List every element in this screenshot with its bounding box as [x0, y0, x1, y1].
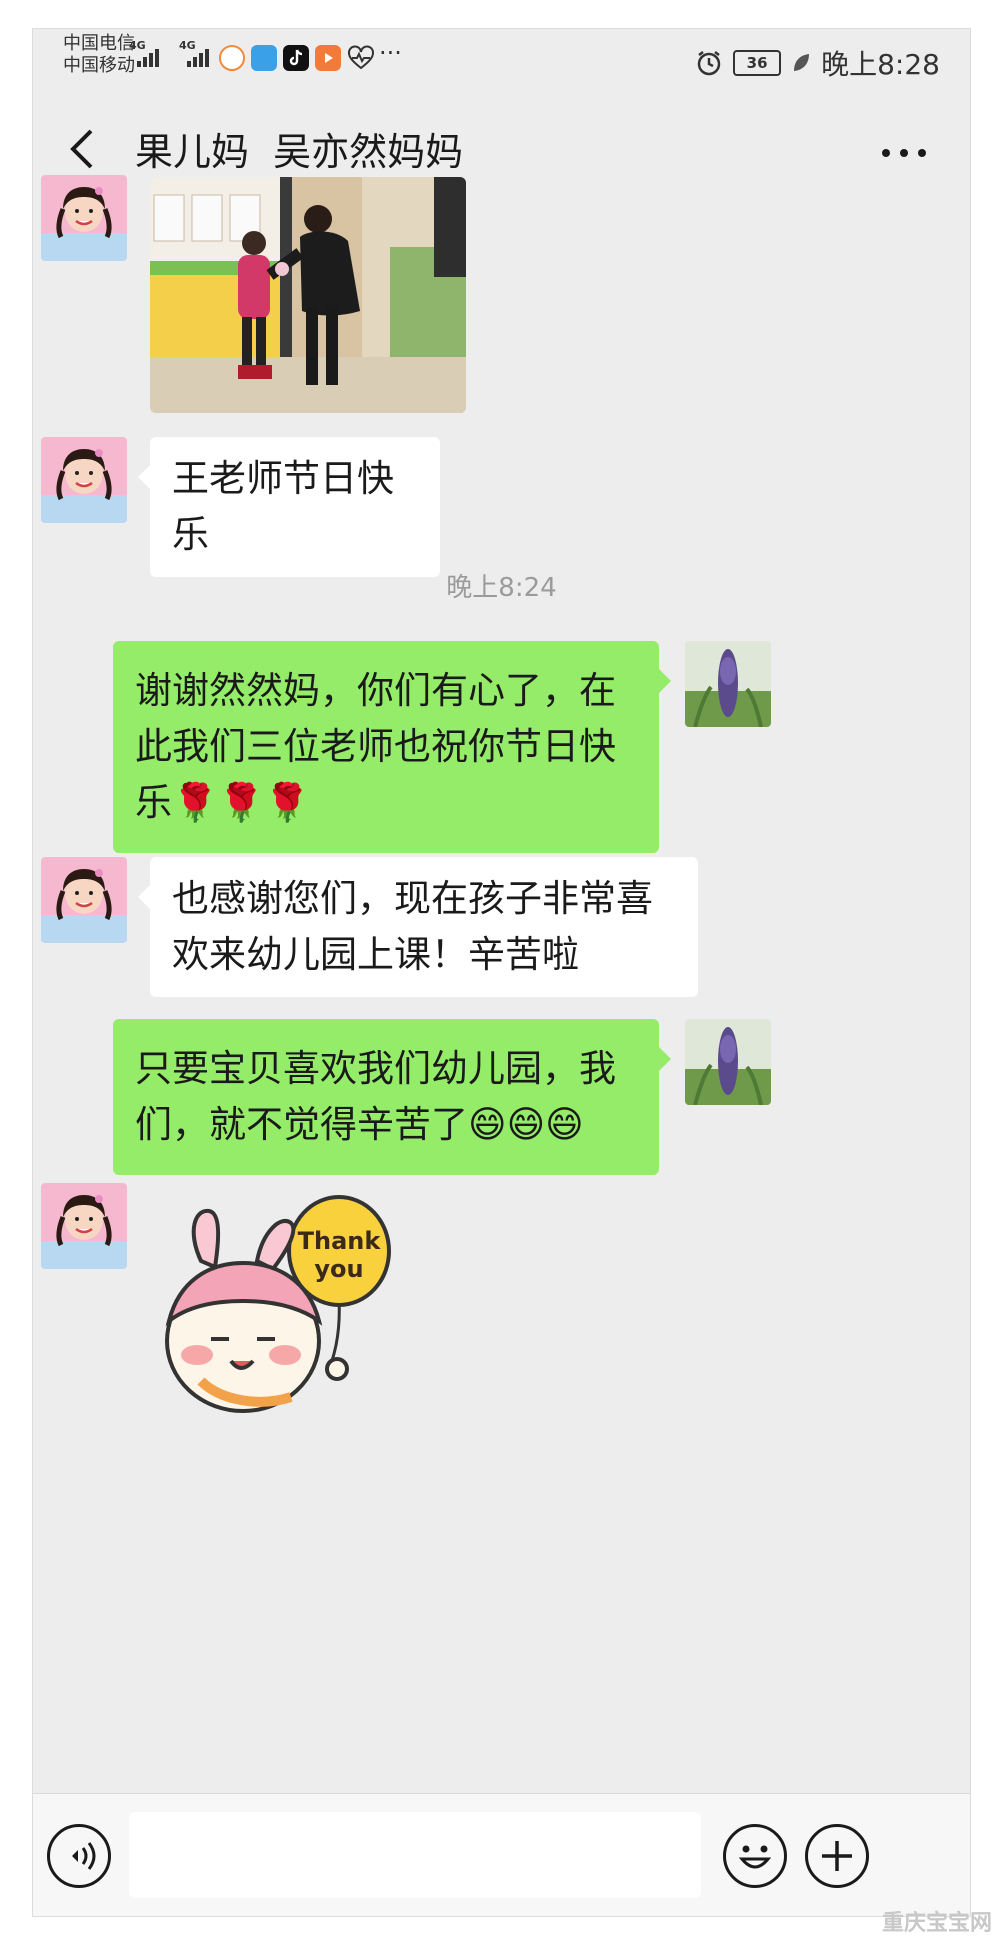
avatar-self[interactable] — [685, 641, 771, 727]
message-input[interactable] — [129, 1812, 701, 1898]
more-options-button[interactable] — [874, 129, 934, 169]
plus-icon — [822, 1841, 852, 1871]
thank-you-sticker[interactable]: Thank you — [161, 1191, 411, 1451]
message-bubble-incoming[interactable]: 王老师节日快乐 — [138, 437, 440, 577]
voice-button[interactable] — [47, 1824, 111, 1888]
shared-photo[interactable] — [150, 177, 466, 413]
emoji-button[interactable] — [723, 1824, 787, 1888]
more-dots-icon — [882, 149, 926, 157]
voice-icon — [72, 1842, 96, 1870]
message-bubble-outgoing[interactable]: 谢谢然然妈，你们有心了，在此我们三位老师也祝你节日快乐🌹🌹🌹 — [113, 641, 671, 853]
video-app-icon — [315, 45, 341, 71]
bunny-balloon-sticker-image: Thank you — [165, 1195, 391, 1413]
girl-avatar-image — [41, 857, 127, 943]
status-right: 36 晚上8:28 — [695, 43, 940, 83]
alarm-icon — [697, 51, 721, 76]
app-notification-icon — [219, 45, 245, 71]
more-features-button[interactable] — [805, 1824, 869, 1888]
chat-title: 果儿妈 吴亦然妈妈 — [135, 130, 464, 174]
avatar-other[interactable] — [41, 857, 127, 943]
site-watermark: 重庆宝宝网 — [881, 1911, 992, 1936]
avatar-other[interactable] — [41, 1183, 127, 1269]
message-bubble-incoming[interactable]: 也感谢您们，现在孩子非常喜欢来幼儿园上课！辛苦啦 — [138, 857, 698, 997]
leaf-icon — [794, 54, 810, 71]
back-button[interactable] — [65, 127, 101, 171]
health-app-icon — [347, 45, 374, 71]
message-bubble-outgoing[interactable]: 只要宝贝喜欢我们幼儿园，我们，就不觉得辛苦了😄😄😄 — [113, 1019, 671, 1175]
status-bar: 中国电信 中国移动 4G 4G ··· 36 晚上8:28 — [33, 29, 970, 99]
avatar-self[interactable] — [685, 1019, 771, 1105]
chat-screen: 中国电信 中国移动 4G 4G ··· 36 晚上8:28 果儿妈 吴亦然妈妈 … — [32, 28, 971, 1917]
chat-timestamp: 晚上8:24 — [446, 573, 557, 603]
signal-icon-2 — [187, 49, 209, 67]
carrier-2: 中国移动 — [63, 55, 135, 76]
carrier-1: 中国电信 — [63, 33, 135, 54]
status-more: ··· — [379, 39, 402, 67]
lavender-avatar-image — [685, 641, 771, 727]
lavender-avatar-image — [685, 1019, 771, 1105]
avatar-other[interactable] — [41, 175, 127, 261]
girl-avatar-image — [41, 1183, 127, 1269]
chevron-left-icon — [70, 129, 93, 169]
status-time: 晚上8:28 — [821, 48, 940, 81]
girl-avatar-image — [41, 437, 127, 523]
girl-avatar-image — [41, 175, 127, 261]
emoji-icon — [738, 1845, 772, 1869]
tiktok-icon — [283, 45, 309, 71]
wallet-app-icon — [251, 45, 277, 71]
battery-icon: 36 — [733, 50, 782, 76]
input-bar — [33, 1793, 970, 1916]
avatar-other[interactable] — [41, 437, 127, 523]
signal-icon — [137, 49, 159, 67]
classroom-photo-image — [150, 177, 466, 413]
